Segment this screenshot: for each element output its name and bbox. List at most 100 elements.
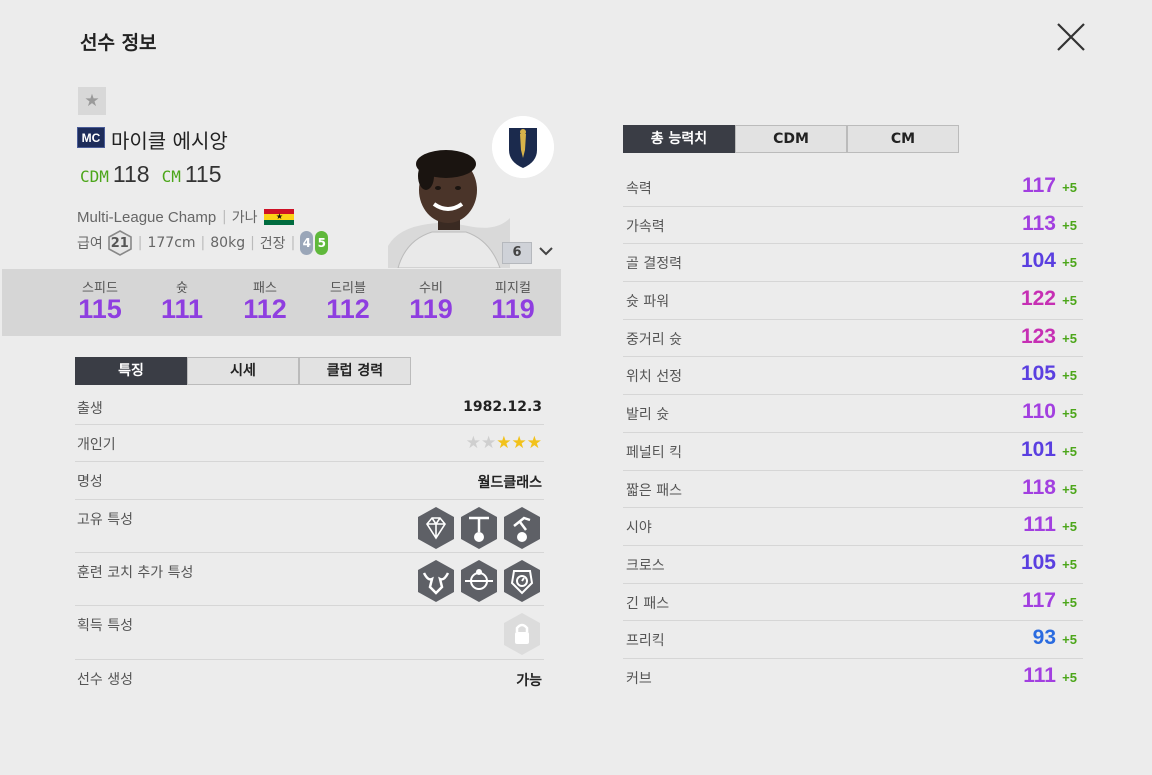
tab-cdm[interactable]: CDM [735, 125, 847, 153]
attribute-row: 페널티 킥 101 +5 [623, 433, 1083, 471]
tab-cm[interactable]: CM [847, 125, 959, 153]
attribute-label: 시야 [626, 520, 652, 537]
attribute-row: 커브 111 +5 [623, 659, 1083, 697]
attribute-label: 크로스 [626, 557, 665, 574]
player-name: 마이클 에시앙 [111, 129, 228, 153]
attribute-bonus: +5 [1062, 217, 1077, 233]
position-ratings: CDM 118 CM 115 [80, 161, 234, 188]
attribute-row: 슛 파워 122 +5 [623, 282, 1083, 320]
attribute-label: 긴 패스 [626, 595, 670, 612]
summary-stat: 피지컬 119 [491, 281, 535, 324]
attribute-bonus: +5 [1062, 368, 1077, 384]
league-name: Multi-League Champions [77, 208, 217, 226]
chevron-down-icon[interactable] [538, 244, 554, 258]
attribute-row: 크로스 105 +5 [623, 546, 1083, 584]
attribute-row: 짧은 패스 118 +5 [623, 471, 1083, 509]
player-portrait-image [388, 148, 510, 268]
attribute-bonus: +5 [1062, 519, 1077, 535]
league-badge-icon [492, 116, 554, 178]
summary-stats-bar: 스피드 115 슛 111 패스 112 드리블 112 수비 119 피지컬 119 [2, 269, 561, 336]
attribute-label: 슛 파워 [626, 294, 670, 311]
nationality: 가나 [231, 210, 258, 226]
attribute-value: 111 [1023, 663, 1056, 687]
favorite-star-button[interactable]: ★ [78, 87, 106, 115]
summary-stat: 슛 111 [160, 281, 204, 324]
attribute-row: 프리킥 93 +5 [623, 621, 1083, 659]
attribute-label: 프리킥 [626, 633, 665, 650]
attribute-label: 위치 선정 [626, 369, 682, 386]
attribute-value: 105 [1020, 362, 1056, 386]
attribute-bonus: +5 [1062, 443, 1077, 459]
goalpost-trait-icon[interactable] [459, 506, 499, 550]
position-ovr: 115 [184, 161, 222, 187]
attribute-bonus: +5 [1062, 293, 1077, 309]
attribute-label: 발리 슛 [626, 407, 670, 424]
tab-traits[interactable]: 특징 [75, 357, 187, 385]
attribute-bonus: +5 [1062, 632, 1077, 648]
attribute-row: 가속력 113 +5 [623, 207, 1083, 245]
attribute-value: 101 [1020, 437, 1056, 461]
detail-list: 출생 1982.12.3 개인기 ★★★★★ 명성 월드클래스 고유 특성 훈련 코… [75, 389, 544, 696]
player-info-line: Multi-League Champions | 가나 ★ [77, 207, 295, 227]
lock-icon [504, 613, 540, 655]
skill-stars: ★★★★★ [465, 433, 542, 453]
detail-tabs: 특징 시세 클럽 경력 [75, 357, 411, 385]
attribute-label: 페널티 킥 [626, 444, 682, 461]
attribute-value: 110 [1022, 400, 1056, 424]
tab-market-price[interactable]: 시세 [187, 357, 299, 385]
attribute-row: 시야 111 +5 [623, 508, 1083, 546]
player-info-line-2: 급여 21 | 177cm | 80kg | 건장 | 4 5 [77, 230, 329, 256]
bicycle-kick-trait-icon[interactable] [502, 506, 542, 550]
stopwatch-trait-icon[interactable] [502, 559, 542, 603]
attribute-value: 117 [1022, 588, 1056, 612]
attribute-row: 중거리 슛 123 +5 [623, 320, 1083, 358]
attribute-bonus: +5 [1062, 330, 1077, 346]
detail-row-reputation: 명성 월드클래스 [75, 462, 544, 500]
tab-total-attributes[interactable]: 총 능력치 [623, 125, 735, 153]
attribute-bonus: +5 [1062, 255, 1077, 271]
attribute-row: 속력 117 +5 [623, 169, 1083, 207]
attribute-value: 122 [1020, 287, 1056, 311]
attribute-value: 111 [1023, 513, 1056, 537]
detail-row-birth: 출생 1982.12.3 [75, 389, 544, 425]
summary-stat: 패스 112 [243, 281, 287, 324]
attribute-value: 93 [1032, 626, 1056, 650]
attribute-bonus: +5 [1062, 406, 1077, 422]
attribute-label: 짧은 패스 [626, 482, 682, 499]
attribute-row: 골 결정력 104 +5 [623, 244, 1083, 283]
attribute-bonus: +5 [1062, 594, 1077, 610]
attribute-label: 속력 [626, 181, 652, 197]
summary-stat: 수비 119 [409, 281, 453, 324]
season-badge: MC [77, 127, 105, 148]
summary-stat: 스피드 115 [78, 281, 122, 324]
position-ovr: 118 [112, 161, 150, 187]
diamond-trait-icon[interactable] [416, 506, 456, 550]
attribute-row: 발리 슛 110 +5 [623, 395, 1083, 433]
enhance-level-badge: 6 [502, 242, 532, 264]
attribute-bonus: +5 [1062, 669, 1077, 685]
attribute-label: 가속력 [626, 218, 665, 235]
attribute-row: 긴 패스 117 +5 [623, 584, 1083, 622]
position-label: CM [161, 167, 181, 186]
attribute-value: 118 [1022, 475, 1056, 499]
attribute-value: 104 [1020, 249, 1056, 273]
bull-trait-icon[interactable] [416, 559, 456, 603]
attribute-label: 골 결정력 [626, 256, 682, 273]
attribute-value: 117 [1022, 174, 1056, 197]
attribute-bonus: +5 [1062, 481, 1077, 497]
close-icon[interactable] [1054, 20, 1088, 54]
status-label: 건장 [259, 236, 286, 252]
ghana-flag-icon: ★ [264, 209, 295, 225]
attribute-value: 123 [1020, 324, 1056, 348]
attribute-row: 위치 선정 105 +5 [623, 357, 1083, 396]
detail-row-creation: 선수 생성 가능 [77, 672, 542, 689]
detail-row-unique-traits: 고유 특성 [75, 500, 544, 553]
ball-center-trait-icon[interactable] [459, 559, 499, 603]
height: 177cm [147, 235, 196, 251]
salary-badge: 21 [107, 230, 133, 256]
tab-club-career[interactable]: 클럽 경력 [299, 357, 411, 385]
attribute-bonus: +5 [1062, 556, 1077, 572]
position-label: CDM [80, 167, 109, 186]
summary-stat: 드리블 112 [326, 281, 370, 324]
weight: 80kg [210, 235, 246, 251]
